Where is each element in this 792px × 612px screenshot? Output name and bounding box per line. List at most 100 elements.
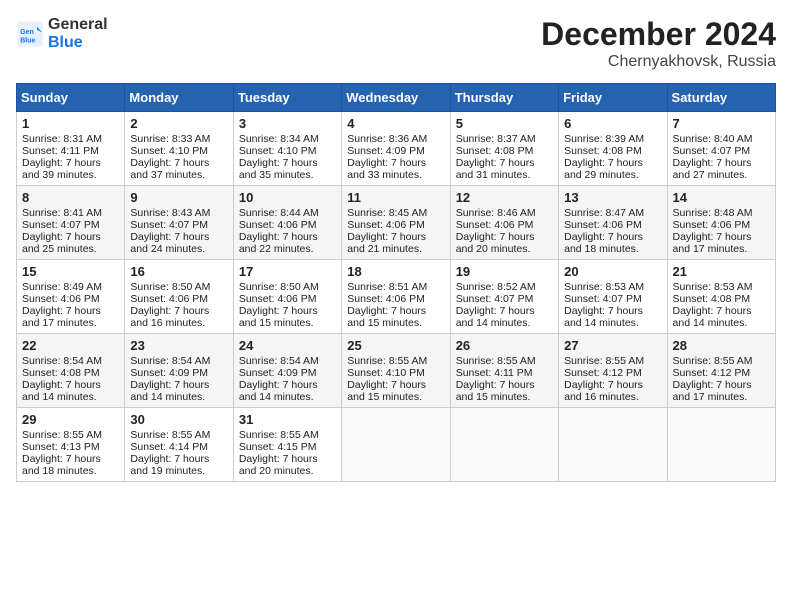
- day-info-line: Sunset: 4:08 PM: [564, 145, 661, 157]
- calendar-cell: 15Sunrise: 8:49 AMSunset: 4:06 PMDayligh…: [17, 260, 125, 334]
- day-info-line: Daylight: 7 hours: [239, 379, 336, 391]
- day-info-line: Sunset: 4:11 PM: [456, 367, 553, 379]
- day-info-line: and 20 minutes.: [456, 243, 553, 255]
- day-info-line: Sunset: 4:10 PM: [130, 145, 227, 157]
- day-info-line: Sunrise: 8:49 AM: [22, 281, 119, 293]
- day-number: 1: [22, 116, 119, 131]
- day-info-line: Sunrise: 8:39 AM: [564, 133, 661, 145]
- day-info-line: Sunset: 4:06 PM: [22, 293, 119, 305]
- day-info-line: Daylight: 7 hours: [564, 231, 661, 243]
- header: Gen Blue General Blue December 2024 Cher…: [16, 16, 776, 71]
- calendar-cell: 13 Sunrise: 8:47 AMSunset: 4:06 PMDayligh…: [559, 186, 667, 260]
- calendar-week-4: 22Sunrise: 8:54 AMSunset: 4:08 PMDayligh…: [17, 334, 776, 408]
- day-info-line: Sunset: 4:06 PM: [564, 219, 661, 231]
- calendar-cell: 22Sunrise: 8:54 AMSunset: 4:08 PMDayligh…: [17, 334, 125, 408]
- day-info-line: and 16 minutes.: [564, 391, 661, 403]
- day-info-line: and 27 minutes.: [673, 169, 770, 181]
- calendar-cell: 25Sunrise: 8:55 AMSunset: 4:10 PMDayligh…: [342, 334, 450, 408]
- day-number: 5: [456, 116, 553, 131]
- day-number: 25: [347, 338, 444, 353]
- calendar-cell: 11Sunrise: 8:45 AMSunset: 4:06 PMDayligh…: [342, 186, 450, 260]
- day-info-line: Sunrise: 8:34 AM: [239, 133, 336, 145]
- day-info-line: Daylight: 7 hours: [347, 157, 444, 169]
- day-info-line: Sunrise: 8:53 AM: [673, 281, 770, 293]
- day-info-line: Sunrise: 8:55 AM: [239, 429, 336, 441]
- day-info-line: Sunrise: 8:52 AM: [456, 281, 553, 293]
- calendar-cell: 2Sunrise: 8:33 AMSunset: 4:10 PMDaylight…: [125, 112, 233, 186]
- day-info-line: Sunrise: 8:50 AM: [130, 281, 227, 293]
- location-title: Chernyakhovsk, Russia: [541, 53, 776, 71]
- col-header-tuesday: Tuesday: [233, 84, 341, 112]
- day-info-line: Daylight: 7 hours: [673, 231, 770, 243]
- col-header-saturday: Saturday: [667, 84, 775, 112]
- calendar-cell: 14Sunrise: 8:48 AMSunset: 4:06 PMDayligh…: [667, 186, 775, 260]
- day-info-line: Sunset: 4:09 PM: [239, 367, 336, 379]
- day-number: 23: [130, 338, 227, 353]
- day-info-line: Sunrise: 8:54 AM: [22, 355, 119, 367]
- day-number: 13: [564, 190, 661, 205]
- day-info-line: Sunset: 4:06 PM: [347, 219, 444, 231]
- day-info-line: and 18 minutes.: [22, 465, 119, 477]
- calendar-cell: [667, 408, 775, 482]
- day-info-line: and 17 minutes.: [22, 317, 119, 329]
- day-info-line: Daylight: 7 hours: [130, 379, 227, 391]
- day-number: 3: [239, 116, 336, 131]
- day-info-line: and 16 minutes.: [130, 317, 227, 329]
- calendar-cell: 20Sunrise: 8:53 AMSunset: 4:07 PMDayligh…: [559, 260, 667, 334]
- day-info-line: Daylight: 7 hours: [239, 453, 336, 465]
- logo: Gen Blue General Blue: [16, 16, 108, 52]
- day-info-line: Daylight: 7 hours: [456, 305, 553, 317]
- day-number: 9: [130, 190, 227, 205]
- day-info-line: Daylight: 7 hours: [456, 379, 553, 391]
- day-info-line: Sunset: 4:07 PM: [22, 219, 119, 231]
- header-row: SundayMondayTuesdayWednesdayThursdayFrid…: [17, 84, 776, 112]
- calendar-cell: 7Sunrise: 8:40 AMSunset: 4:07 PMDaylight…: [667, 112, 775, 186]
- day-info-line: Daylight: 7 hours: [130, 231, 227, 243]
- day-info-line: Sunset: 4:07 PM: [564, 293, 661, 305]
- calendar-cell: 12Sunrise: 8:46 AMSunset: 4:06 PMDayligh…: [450, 186, 558, 260]
- day-info-line: Sunrise: 8:55 AM: [673, 355, 770, 367]
- day-info-line: Sunrise: 8:51 AM: [347, 281, 444, 293]
- day-number: 19: [456, 264, 553, 279]
- day-number: 11: [347, 190, 444, 205]
- day-number: 26: [456, 338, 553, 353]
- day-info-line: and 15 minutes.: [347, 391, 444, 403]
- day-info-line: Daylight: 7 hours: [347, 305, 444, 317]
- day-info-line: and 17 minutes.: [673, 391, 770, 403]
- day-info-line: Daylight: 7 hours: [22, 231, 119, 243]
- calendar-week-2: 8Sunrise: 8:41 AMSunset: 4:07 PMDaylight…: [17, 186, 776, 260]
- calendar-cell: 26 Sunrise: 8:55 AMSunset: 4:11 PMDayligh…: [450, 334, 558, 408]
- day-info-line: Daylight: 7 hours: [22, 157, 119, 169]
- day-info-line: Sunrise: 8:55 AM: [22, 429, 119, 441]
- day-info-line: Daylight: 7 hours: [347, 379, 444, 391]
- day-info-line: Sunrise: 8:44 AM: [239, 207, 336, 219]
- day-info-line: Sunset: 4:14 PM: [130, 441, 227, 453]
- day-info-line: Daylight: 7 hours: [347, 231, 444, 243]
- logo-text: General Blue: [48, 16, 108, 52]
- day-number: 27: [564, 338, 661, 353]
- day-info-line: Sunrise: 8:55 AM: [456, 355, 553, 367]
- calendar-cell: 6 Sunrise: 8:39 AMSunset: 4:08 PMDaylight…: [559, 112, 667, 186]
- svg-text:Blue: Blue: [20, 37, 35, 44]
- day-info-line: Sunrise: 8:41 AM: [22, 207, 119, 219]
- day-info-line: Daylight: 7 hours: [456, 231, 553, 243]
- day-number: 6: [564, 116, 661, 131]
- day-info-line: Daylight: 7 hours: [564, 379, 661, 391]
- day-info-line: Sunset: 4:08 PM: [22, 367, 119, 379]
- day-info-line: and 15 minutes.: [456, 391, 553, 403]
- day-info-line: Sunset: 4:10 PM: [347, 367, 444, 379]
- calendar-cell: 4Sunrise: 8:36 AMSunset: 4:09 PMDaylight…: [342, 112, 450, 186]
- day-number: 15: [22, 264, 119, 279]
- calendar-week-5: 29Sunrise: 8:55 AMSunset: 4:13 PMDayligh…: [17, 408, 776, 482]
- day-info-line: Sunrise: 8:43 AM: [130, 207, 227, 219]
- calendar-cell: 29Sunrise: 8:55 AMSunset: 4:13 PMDayligh…: [17, 408, 125, 482]
- day-info-line: and 33 minutes.: [347, 169, 444, 181]
- day-info-line: Sunset: 4:07 PM: [456, 293, 553, 305]
- day-info-line: and 14 minutes.: [673, 317, 770, 329]
- day-info-line: Sunrise: 8:47 AM: [564, 207, 661, 219]
- day-number: 17: [239, 264, 336, 279]
- day-info-line: and 15 minutes.: [347, 317, 444, 329]
- day-info-line: Daylight: 7 hours: [564, 157, 661, 169]
- day-info-line: Sunrise: 8:54 AM: [130, 355, 227, 367]
- day-info-line: and 21 minutes.: [347, 243, 444, 255]
